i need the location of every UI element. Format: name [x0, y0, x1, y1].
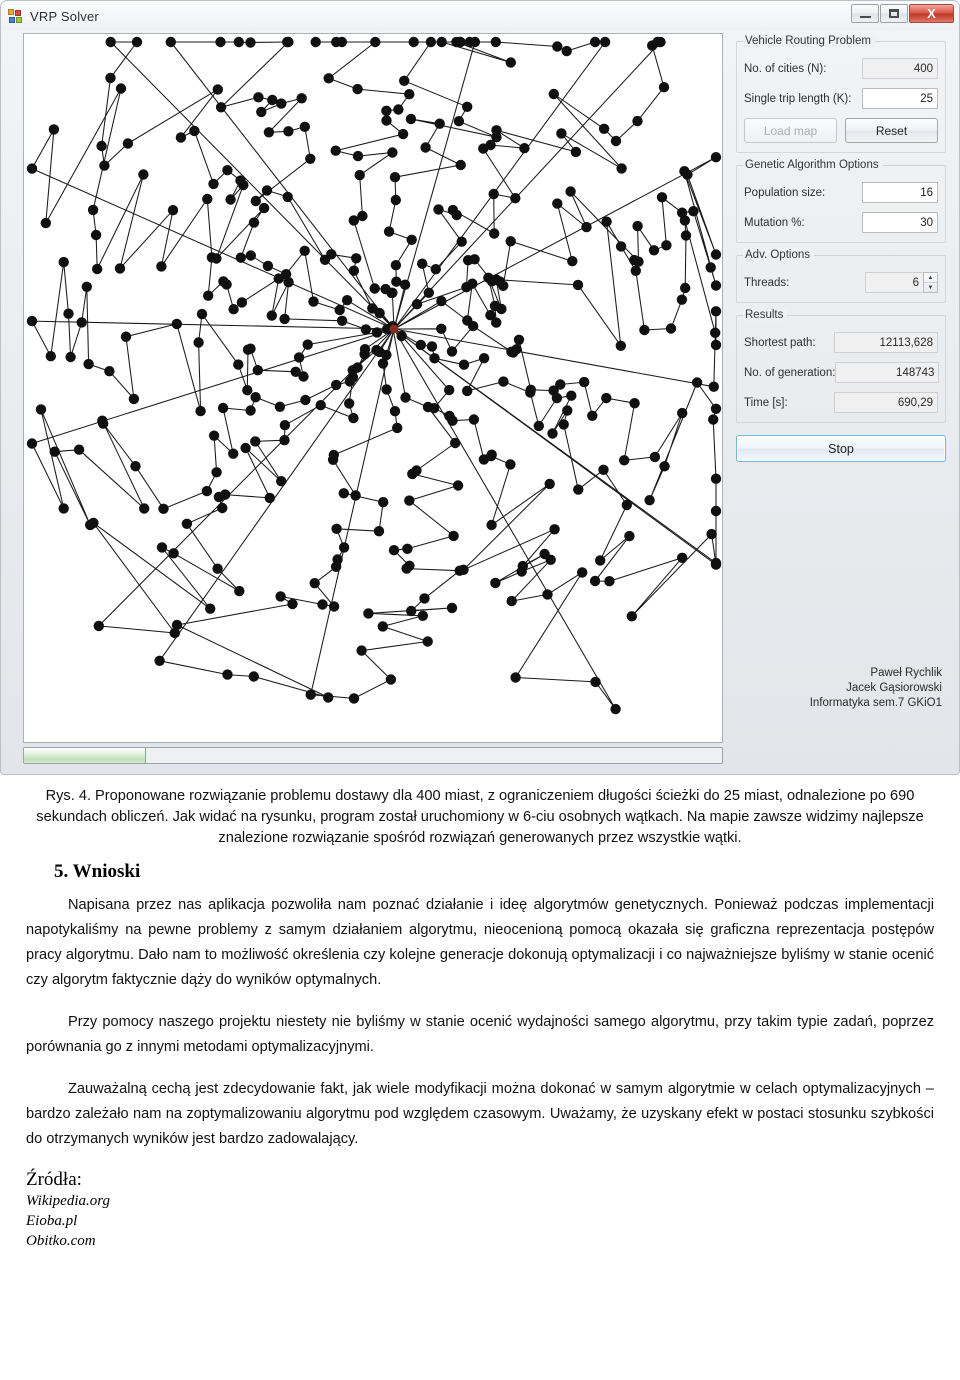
field-row-threads: Threads: 6 ▲ ▼	[744, 272, 938, 293]
vrp-solver-window: VRP Solver X Vehicle Routing Problem No.…	[0, 0, 960, 775]
paragraph-1: Napisana przez nas aplikacja pozwoliła n…	[26, 897, 934, 988]
window-title: VRP Solver	[30, 8, 99, 24]
credit-author-1: Paweł Rychlik	[870, 667, 942, 679]
spinner-up-icon[interactable]: ▲	[924, 273, 937, 283]
close-button[interactable]: X	[909, 4, 954, 23]
stop-button[interactable]: Stop	[736, 435, 946, 462]
field-row-mutation: Mutation %: 30	[744, 212, 938, 233]
controls-panel: Vehicle Routing Problem No. of cities (N…	[736, 35, 946, 741]
genetic-algorithm-options-group: Genetic Algorithm Options Population siz…	[736, 159, 946, 243]
vehicle-routing-problem-group: Vehicle Routing Problem No. of cities (N…	[736, 35, 946, 153]
vrp-route-map	[26, 36, 722, 715]
credit-course: Informatyka sem.7 GKiO1	[809, 697, 942, 709]
advanced-options-group: Adv. Options Threads: 6 ▲ ▼	[736, 249, 946, 303]
field-row-time: Time [s]: 690,29	[744, 392, 938, 413]
label-time-seconds: Time [s]:	[744, 396, 788, 409]
label-population-size: Population size:	[744, 186, 826, 199]
input-mutation-percent[interactable]: 30	[862, 212, 938, 233]
label-mutation-percent: Mutation %:	[744, 216, 805, 229]
threads-spin-buttons[interactable]: ▲ ▼	[923, 272, 938, 293]
progress-fill	[24, 748, 147, 763]
maximize-button[interactable]	[880, 4, 908, 23]
spinner-down-icon[interactable]: ▼	[924, 283, 937, 292]
label-no-of-generation: No. of generation:	[744, 366, 836, 379]
load-map-button[interactable]: Load map	[744, 118, 837, 143]
input-no-of-cities[interactable]: 400	[862, 58, 938, 79]
credit-author-2: Jacek Gąsiorowski	[846, 682, 942, 694]
source-item-2: Eioba.pl	[26, 1213, 78, 1229]
input-single-trip-length[interactable]: 25	[862, 88, 938, 109]
value-no-of-generation: 148743	[835, 362, 940, 383]
figure-caption: Rys. 4. Proponowane rozwiązanie problemu…	[36, 788, 924, 846]
threads-stepper[interactable]: 6 ▲ ▼	[865, 272, 938, 293]
reset-button[interactable]: Reset	[845, 118, 938, 143]
label-shortest-path: Shortest path:	[744, 336, 816, 349]
field-row-generation: No. of generation: 148743	[744, 362, 940, 383]
label-no-of-cities: No. of cities (N):	[744, 62, 827, 75]
paragraph-2: Przy pomocy naszego projektu niestety ni…	[26, 1014, 934, 1055]
label-threads: Threads:	[744, 276, 790, 289]
field-row-population: Population size: 16	[744, 182, 938, 203]
document-body: Rys. 4. Proponowane rozwiązanie problemu…	[0, 786, 960, 1251]
group-title-adv: Adv. Options	[743, 249, 814, 262]
results-group: Results Shortest path: 12113,628 No. of …	[736, 309, 946, 423]
sources-heading: Źródła:	[26, 1169, 82, 1190]
route-map-panel[interactable]	[23, 33, 723, 743]
paragraph-3: Zauważalną cechą jest zdecydowanie fakt,…	[26, 1081, 934, 1147]
source-item-3: Obitko.com	[26, 1233, 96, 1249]
source-item-1: Wikipedia.org	[26, 1193, 111, 1209]
input-threads[interactable]: 6	[865, 272, 923, 293]
credits-block: Paweł Rychlik Jacek Gąsiorowski Informat…	[810, 666, 942, 711]
window-controls: X	[850, 4, 954, 23]
input-population-size[interactable]: 16	[862, 182, 938, 203]
section-heading-wnioski: 5. Wnioski	[54, 861, 141, 882]
field-row-shortest-path: Shortest path: 12113,628	[744, 332, 938, 353]
field-row-trip-length: Single trip length (K): 25	[744, 88, 938, 109]
value-time-seconds: 690,29	[834, 392, 938, 413]
vrp-button-row: Load map Reset	[744, 118, 938, 143]
field-row-cities: No. of cities (N): 400	[744, 58, 938, 79]
group-title-ga: Genetic Algorithm Options	[743, 159, 883, 172]
application-icon	[8, 8, 23, 24]
group-title-vrp: Vehicle Routing Problem	[743, 35, 875, 48]
minimize-button[interactable]	[851, 4, 879, 23]
label-single-trip-length: Single trip length (K):	[744, 92, 852, 105]
title-bar[interactable]: VRP Solver X	[1, 1, 959, 31]
group-title-results: Results	[743, 309, 788, 322]
value-shortest-path: 12113,628	[834, 332, 938, 353]
progress-bar	[23, 747, 723, 764]
